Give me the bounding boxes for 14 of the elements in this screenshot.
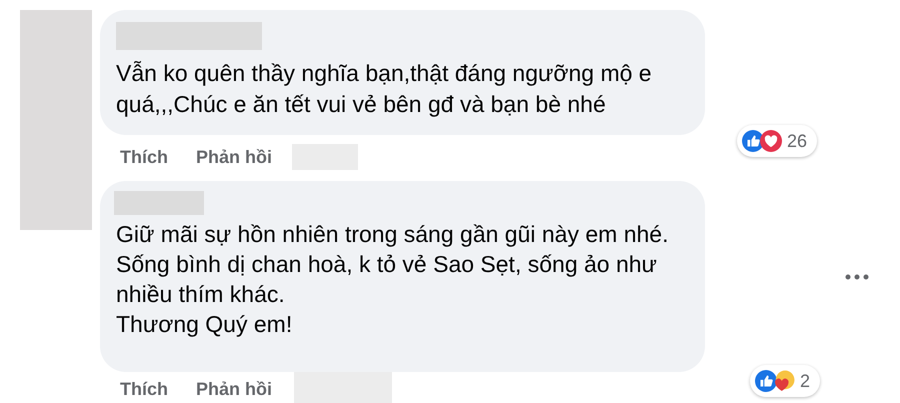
more-options-icon[interactable] — [845, 274, 869, 280]
heart-hug-icon — [772, 370, 795, 392]
comment-text: Giữ mãi sự hồn nhiên trong sáng gần gũi này em nhé. Sống bình dị chan hoà, k tỏ vẻ Sao Sẹt, sống ảo như nhiều thím khác. Thương Quý em! — [116, 220, 670, 339]
action-link[interactable]: Thích — [120, 378, 168, 400]
reaction-count[interactable]: 2 — [750, 365, 820, 397]
reaction-number: 26 — [786, 130, 807, 152]
reaction-number: 2 — [800, 370, 810, 392]
action-link[interactable]: Phản hồi — [196, 378, 272, 400]
comment-text: Vẫn ko quên thầy nghĩa bạn,thật đáng ngưỡng mộ e quá,,,Chúc e ăn tết vui vẻ bên gđ và bạn bè nhé — [116, 59, 653, 119]
like-icon — [742, 130, 764, 152]
action-link[interactable]: Thích — [120, 146, 168, 168]
like-icon — [754, 370, 777, 392]
reaction-count[interactable]: 26 — [736, 125, 817, 157]
action-link[interactable]: Phản hồi — [196, 146, 272, 168]
